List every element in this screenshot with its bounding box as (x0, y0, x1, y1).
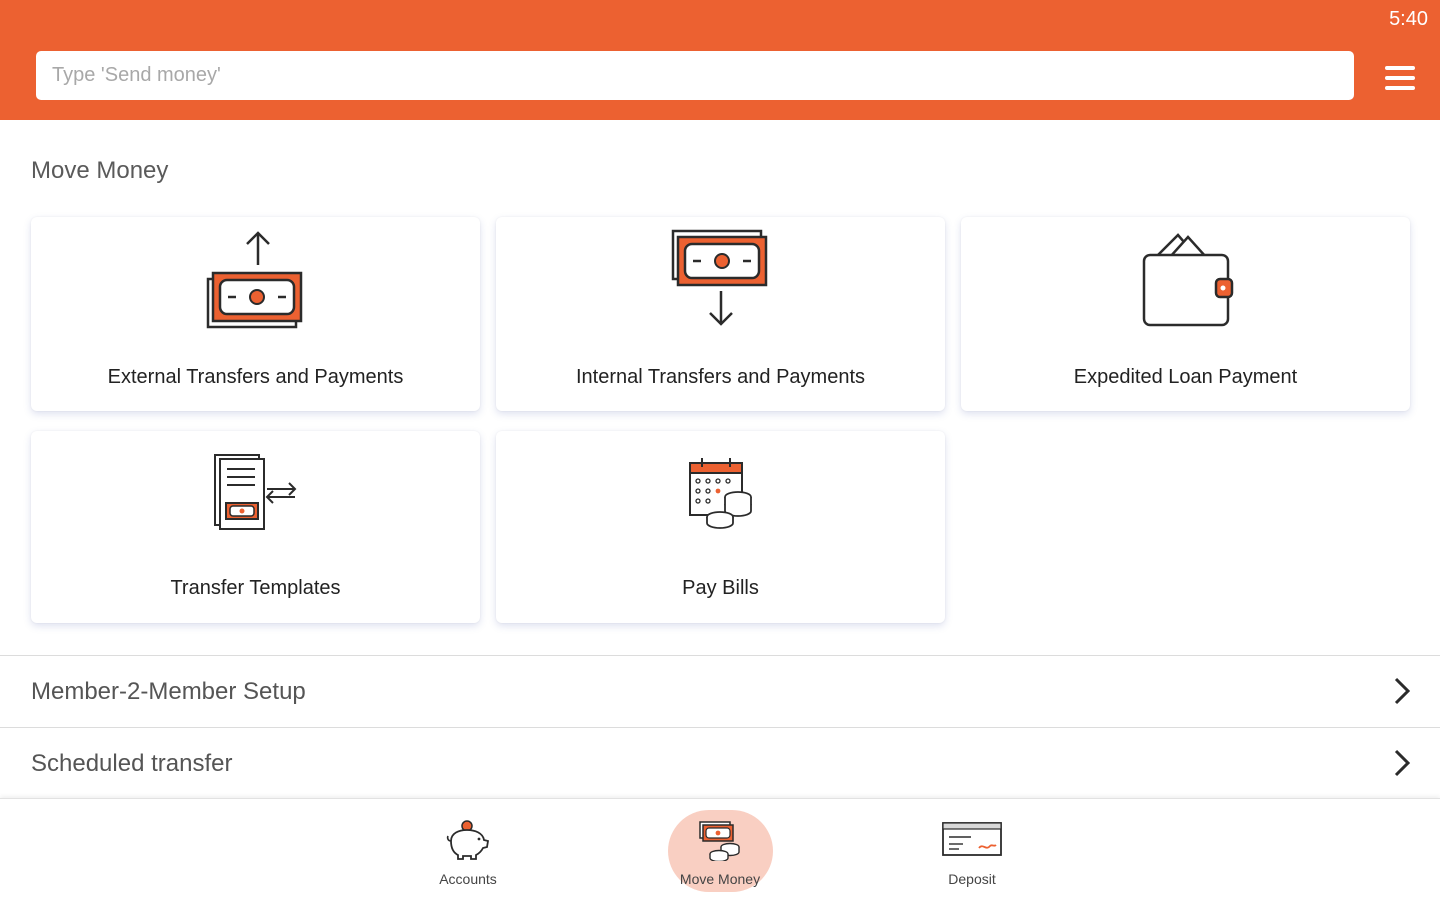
app-header: 5:40 (0, 0, 1440, 120)
scheduled-transfer-row[interactable]: Scheduled transfer (0, 727, 1440, 797)
nav-label: Deposit (948, 871, 996, 887)
section-title: Move Money (31, 157, 169, 184)
member-2-member-setup-row[interactable]: Member-2-Member Setup (0, 655, 1440, 725)
nav-move-money[interactable]: Move Money (665, 799, 775, 900)
hamburger-menu-icon[interactable] (1383, 63, 1417, 93)
nav-deposit[interactable]: Deposit (917, 799, 1027, 900)
tile-label: Pay Bills (682, 577, 759, 599)
tile-pay-bills[interactable]: Pay Bills (496, 431, 945, 623)
tile-label: Expedited Loan Payment (1073, 366, 1298, 388)
nav-label: Accounts (439, 871, 497, 887)
tile-transfer-templates[interactable]: Transfer Templates (31, 431, 480, 623)
tile-label: Transfer Templates (170, 577, 341, 599)
status-time: 5:40 (1389, 8, 1428, 30)
piggy-bank-icon (446, 820, 490, 860)
transfer-template-icon (213, 454, 296, 530)
nav-label: Move Money (679, 871, 761, 887)
tile-external-transfers[interactable]: External Transfers and Payments (31, 217, 480, 411)
calendar-coins-icon (688, 458, 752, 529)
move-money-icon (699, 821, 740, 861)
list-row-label: Scheduled transfer (31, 750, 233, 777)
nav-accounts[interactable]: Accounts (413, 799, 523, 900)
wallet-icon (1142, 233, 1233, 327)
tile-label: Internal Transfers and Payments (575, 366, 866, 388)
menu-bar (1385, 86, 1415, 90)
chevron-right-icon (1394, 677, 1411, 705)
bottom-navigation: Accounts Move Money Deposit (0, 798, 1440, 900)
list-row-label: Member-2-Member Setup (31, 678, 306, 705)
menu-bar (1385, 66, 1415, 70)
tile-internal-transfers[interactable]: Internal Transfers and Payments (496, 217, 945, 411)
tile-label: External Transfers and Payments (107, 366, 404, 388)
tile-expedited-loan-payment[interactable]: Expedited Loan Payment (961, 217, 1410, 411)
check-deposit-icon (942, 822, 1002, 856)
menu-bar (1385, 76, 1415, 80)
chevron-right-icon (1394, 749, 1411, 777)
search-input[interactable] (36, 51, 1354, 100)
send-money-out-icon (206, 231, 302, 329)
receive-money-in-icon (671, 229, 767, 326)
